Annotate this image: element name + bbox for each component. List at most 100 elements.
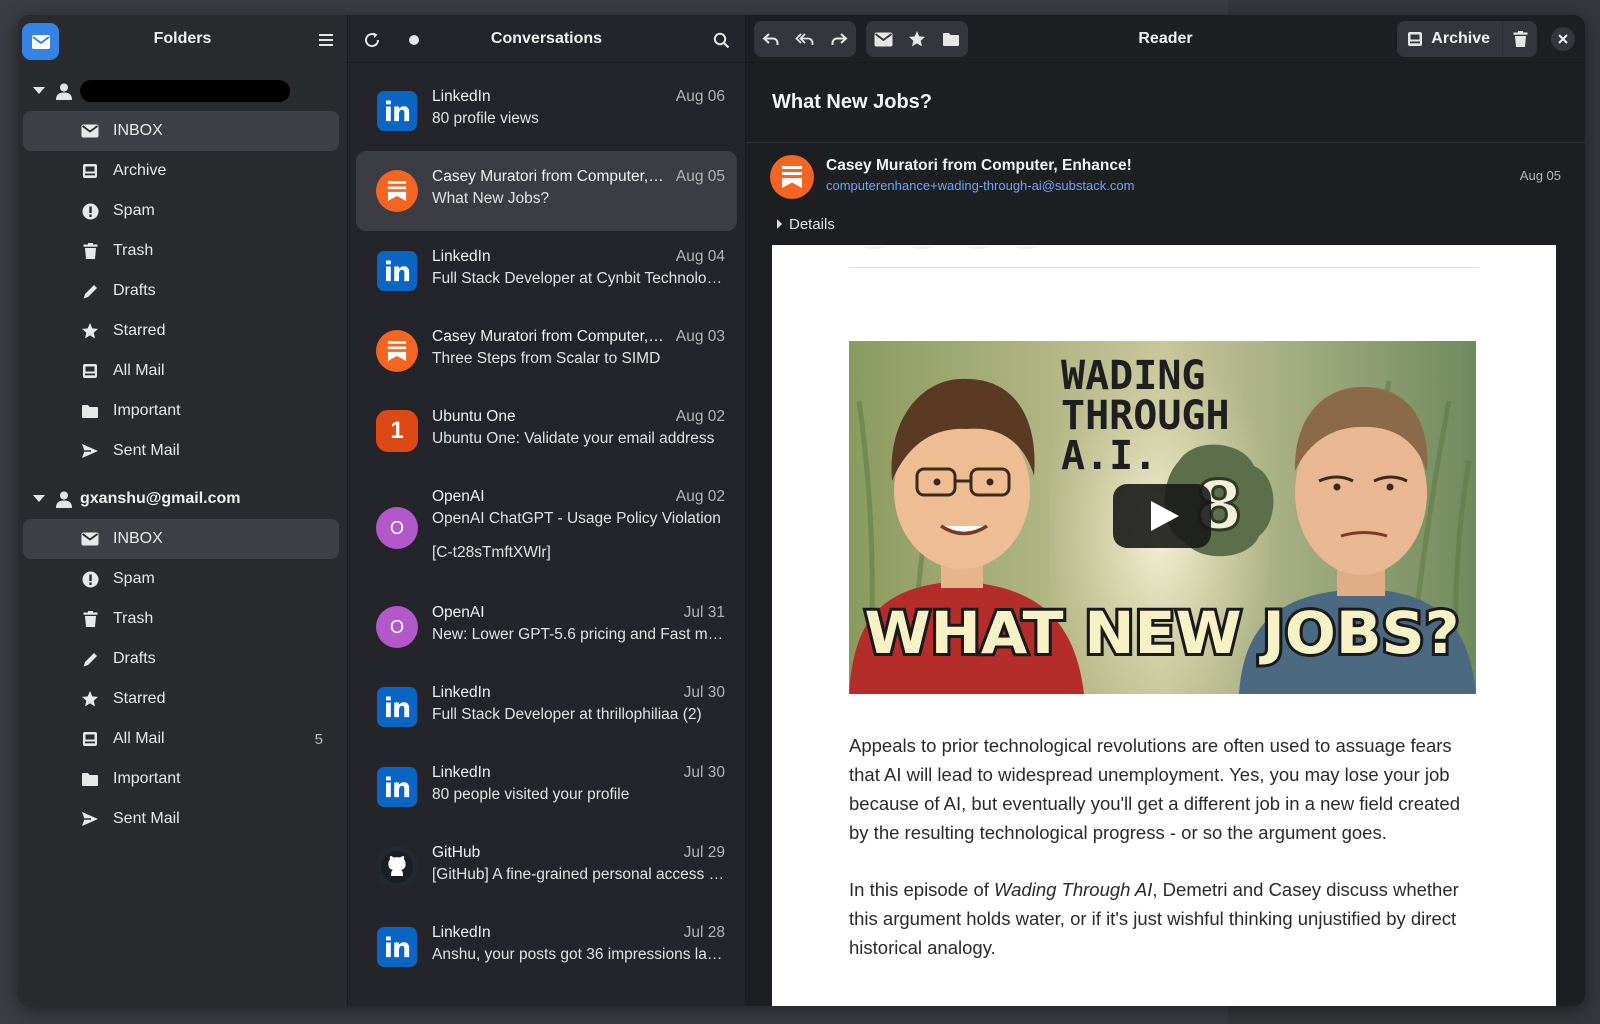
divider — [849, 267, 1479, 268]
forward-icon[interactable] — [822, 21, 856, 57]
folder-drafts[interactable]: Drafts — [23, 271, 339, 311]
folder-label: Trash — [113, 242, 154, 259]
folder-inbox[interactable]: INBOX — [23, 519, 339, 559]
archive-icon — [1407, 31, 1423, 47]
linkedin-logo-icon: in — [376, 926, 418, 968]
conversation-subject: OpenAI ChatGPT - Usage Policy Violation — [432, 510, 721, 527]
conversation-item[interactable]: in LinkedIn Jul 28 Anshu, your posts got 36… — [356, 907, 737, 987]
reply-all-icon[interactable] — [788, 21, 822, 57]
conversation-subject: New: Lower GPT-5.6 pricing and Fast mode — [432, 626, 725, 643]
sender-email[interactable]: computerenhance+wading-through-ai@substa… — [826, 178, 1585, 193]
account-header[interactable]: gxanshu@gmail.com — [18, 479, 347, 519]
folder-starred[interactable]: Starred — [23, 311, 339, 351]
avatar-initial: O — [389, 616, 404, 637]
folders-title: Folders — [153, 30, 212, 47]
initial-avatar-icon: O — [376, 507, 418, 549]
github-logo-icon — [376, 846, 418, 888]
folder-trash[interactable]: Trash — [23, 599, 339, 639]
reply-icon[interactable] — [754, 21, 788, 57]
folder-inbox[interactable]: INBOX — [23, 111, 339, 151]
play-button-icon[interactable] — [1113, 484, 1211, 548]
mail-app-icon[interactable] — [22, 23, 59, 60]
conversation-date: Jul 29 — [683, 844, 725, 861]
archive-button[interactable]: Archive — [1397, 21, 1503, 57]
conversation-header: Ubuntu One Aug 02 — [432, 391, 725, 426]
chevron-down-icon[interactable] — [32, 87, 46, 95]
folder-drafts[interactable]: Drafts — [23, 639, 339, 679]
conversation-header: LinkedIn Jul 30 — [432, 667, 725, 702]
folder-label: Trash — [113, 610, 154, 627]
folder-trash[interactable]: Trash — [23, 231, 339, 271]
avatar-initial: O — [389, 517, 404, 538]
conversation-list: in LinkedIn Aug 06 80 profile views Casey Mu… — [348, 63, 745, 987]
conversation-sender: Ubuntu One — [432, 408, 516, 425]
substack-logo-icon — [770, 155, 814, 199]
folder-important[interactable]: Important — [23, 391, 339, 431]
folder-all-mail[interactable]: All Mail — [23, 351, 339, 391]
person-icon — [56, 491, 72, 508]
folder-sent-mail[interactable]: Sent Mail — [23, 431, 339, 471]
folder-starred[interactable]: Starred — [23, 679, 339, 719]
search-icon[interactable] — [707, 26, 735, 54]
folder-archive[interactable]: Archive — [23, 151, 339, 191]
refresh-icon[interactable] — [358, 26, 386, 54]
folder-label: All Mail — [113, 730, 165, 747]
trash-icon[interactable] — [1503, 21, 1537, 57]
conversation-item[interactable]: in LinkedIn Jul 30 80 people visited your p… — [356, 747, 737, 827]
conversation-item[interactable]: 1 Ubuntu One Aug 02 Ubuntu One: Validate yo… — [356, 391, 737, 471]
trash-icon — [79, 242, 101, 260]
pencil-icon — [79, 283, 101, 300]
folder-label: Starred — [113, 322, 166, 339]
conversation-item[interactable]: in LinkedIn Aug 04 Full Stack Developer at … — [356, 231, 737, 311]
account-header[interactable] — [18, 71, 347, 111]
conversation-header: LinkedIn Aug 04 — [432, 231, 725, 266]
chevron-down-icon[interactable] — [32, 495, 46, 503]
conversation-sender: LinkedIn — [432, 248, 491, 265]
conversation-subject: Anshu, your posts got 36 impressions las… — [432, 946, 725, 963]
conversation-item[interactable]: in LinkedIn Jul 30 Full Stack Developer at … — [356, 667, 737, 747]
video-thumbnail[interactable]: 8 WADING THROUGH A.I. WHAT NEW JOBS? — [849, 341, 1476, 694]
folder-important[interactable]: Important — [23, 759, 339, 799]
linkedin-logo-text: in — [377, 767, 417, 807]
conversation-date: Aug 06 — [675, 88, 725, 105]
conversation-header: OpenAI Aug 02 — [432, 471, 725, 506]
article-text: Appeals to prior technological revolutio… — [849, 731, 1479, 962]
conversation-item[interactable]: Casey Muratori from Computer, Enhance! Au… — [356, 311, 737, 391]
details-toggle[interactable]: Details — [746, 207, 1585, 241]
archive-icon — [79, 363, 101, 379]
folder-icon[interactable] — [934, 21, 968, 57]
thumbnail-caption: WHAT NEW JOBS? — [865, 599, 1460, 667]
conversations-header: Conversations — [348, 15, 745, 63]
conversation-item[interactable]: GitHub Jul 29 [GitHub] A fine-grained pers… — [356, 827, 737, 907]
dot-icon[interactable] — [400, 26, 428, 54]
substack-logo-icon — [376, 170, 418, 212]
conversation-sender: LinkedIn — [432, 764, 491, 781]
conversation-item[interactable]: in LinkedIn Aug 06 80 profile views — [356, 71, 737, 151]
spam-icon — [79, 571, 101, 588]
linkedin-logo-text: in — [377, 251, 417, 291]
folder-all-mail[interactable]: All Mail 5 — [23, 719, 339, 759]
hamburger-menu-icon[interactable] — [313, 27, 339, 53]
conversation-date: Aug 02 — [675, 408, 725, 425]
conversation-date: Jul 30 — [683, 764, 725, 781]
spam-icon — [79, 203, 101, 220]
conversation-sender: LinkedIn — [432, 924, 491, 941]
folder-icon — [79, 404, 101, 419]
conversation-item[interactable]: Casey Muratori from Computer, Enhance! Au… — [356, 151, 737, 231]
envelope-icon[interactable] — [866, 21, 900, 57]
folder-label: All Mail — [113, 362, 165, 379]
conversation-item[interactable]: O OpenAI Aug 02 OpenAI ChatGPT - Usage Poli… — [356, 471, 737, 587]
folder-sent-mail[interactable]: Sent Mail — [23, 799, 339, 839]
message-subject: What New Jobs? — [746, 63, 1585, 143]
conversation-item[interactable]: O OpenAI Jul 31 New: Lower GPT-5.6 pricing … — [356, 587, 737, 667]
folder-spam[interactable]: Spam — [23, 559, 339, 599]
close-icon[interactable] — [1551, 27, 1575, 51]
folder-label: Sent Mail — [113, 810, 180, 827]
envelope-icon — [79, 124, 101, 138]
star-icon — [79, 690, 101, 708]
conversation-sender: Casey Muratori from Computer, Enhance! — [432, 328, 664, 345]
star-icon[interactable] — [900, 21, 934, 57]
paragraph-2: In this episode of Wading Through AI, De… — [849, 879, 1459, 958]
reader-header: Reader Archive — [746, 15, 1585, 63]
folder-spam[interactable]: Spam — [23, 191, 339, 231]
